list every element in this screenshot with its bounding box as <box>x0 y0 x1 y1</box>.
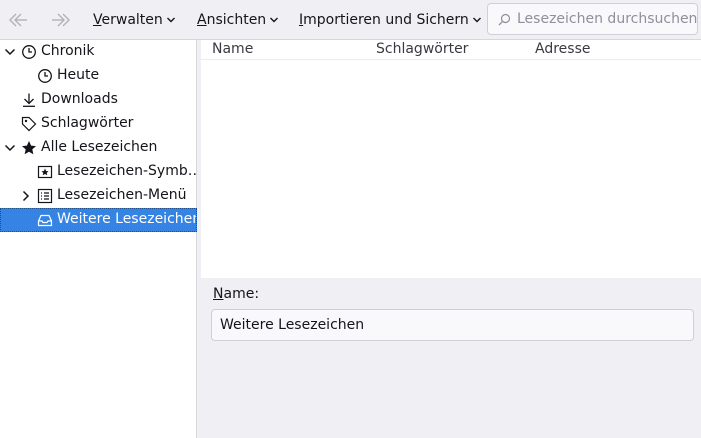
sidebar-item-heute[interactable]: Heute <box>0 64 197 88</box>
sidebar-item-label: Schlagwörter <box>41 115 134 131</box>
menu-ansichten[interactable]: Ansichten <box>197 10 279 30</box>
chevron-right-icon[interactable] <box>20 190 32 202</box>
toolbar: Verwalten Ansichten Importieren und Sich… <box>0 0 701 40</box>
menu-label-accesskey: A <box>197 12 207 28</box>
name-label-text: ame: <box>223 286 260 302</box>
back-button[interactable] <box>5 8 31 32</box>
sidebar-item-downloads[interactable]: Downloads <box>0 88 197 112</box>
chevron-down-icon[interactable] <box>4 46 16 58</box>
clock-icon <box>22 45 36 59</box>
sidebar-tree: Chronik Heute Downloads Schlagwörter All… <box>0 40 197 438</box>
menu-importieren-und-sichern[interactable]: Importieren und Sichern <box>299 10 482 30</box>
menu-label: nsichten <box>206 12 267 28</box>
name-label: Name: <box>213 286 259 302</box>
tag-icon <box>21 116 37 132</box>
clock-icon <box>38 69 52 83</box>
chevron-down-icon <box>472 17 481 23</box>
chevron-down-icon <box>166 17 175 23</box>
sidebar-item-label: Weitere Lesezeichen <box>57 211 197 227</box>
sidebar-item-label: Alle Lesezeichen <box>41 139 158 155</box>
column-header-adresse[interactable]: Adresse <box>535 41 590 61</box>
sidebar-item-label: Downloads <box>41 91 118 107</box>
menu-label: mportieren und Sichern <box>303 12 469 28</box>
forward-button[interactable] <box>48 8 74 32</box>
star-icon <box>22 141 36 155</box>
inbox-folder-icon <box>37 214 53 227</box>
menu-label-accesskey: V <box>93 12 102 28</box>
sidebar-item-label: Lesezeichen-Menü <box>57 187 187 203</box>
back-arrow-icon <box>9 13 27 27</box>
chevron-down-icon[interactable] <box>4 142 16 154</box>
menu-label: erwalten <box>101 12 163 28</box>
bookmark-list[interactable]: Name Schlagwörter Adresse <box>201 40 701 278</box>
chevron-down-icon <box>270 17 279 23</box>
sidebar-item-lesezeichen-menue[interactable]: Lesezeichen-Menü <box>0 184 197 208</box>
column-header-schlagwoerter[interactable]: Schlagwörter <box>376 41 468 61</box>
sidebar-item-label: Heute <box>57 67 100 83</box>
column-header-name[interactable]: Name <box>212 41 253 61</box>
search-box[interactable] <box>487 3 698 35</box>
sidebar-item-lesezeichen-symbolleiste[interactable]: Lesezeichen-Symb… <box>0 160 197 184</box>
sidebar-item-label: Lesezeichen-Symb… <box>57 163 197 179</box>
header-divider <box>201 59 701 60</box>
search-input[interactable] <box>517 11 697 27</box>
sidebar-item-label: Chronik <box>41 43 95 59</box>
bookmarks-toolbar-icon <box>37 165 53 179</box>
details-pane <box>198 278 701 438</box>
sidebar-item-schlagwoerter[interactable]: Schlagwörter <box>0 112 197 136</box>
name-field[interactable] <box>211 309 694 341</box>
bookmarks-menu-icon <box>37 188 53 204</box>
name-label-accesskey: N <box>213 286 224 302</box>
download-icon <box>23 93 35 107</box>
forward-arrow-icon <box>52 13 70 27</box>
sidebar-item-chronik[interactable]: Chronik <box>0 40 197 64</box>
menu-verwalten[interactable]: Verwalten <box>93 10 176 30</box>
search-icon <box>498 13 511 25</box>
sidebar-item-alle-lesezeichen[interactable]: Alle Lesezeichen <box>0 136 197 160</box>
sidebar-item-weitere-lesezeichen[interactable]: Weitere Lesezeichen <box>0 208 197 232</box>
